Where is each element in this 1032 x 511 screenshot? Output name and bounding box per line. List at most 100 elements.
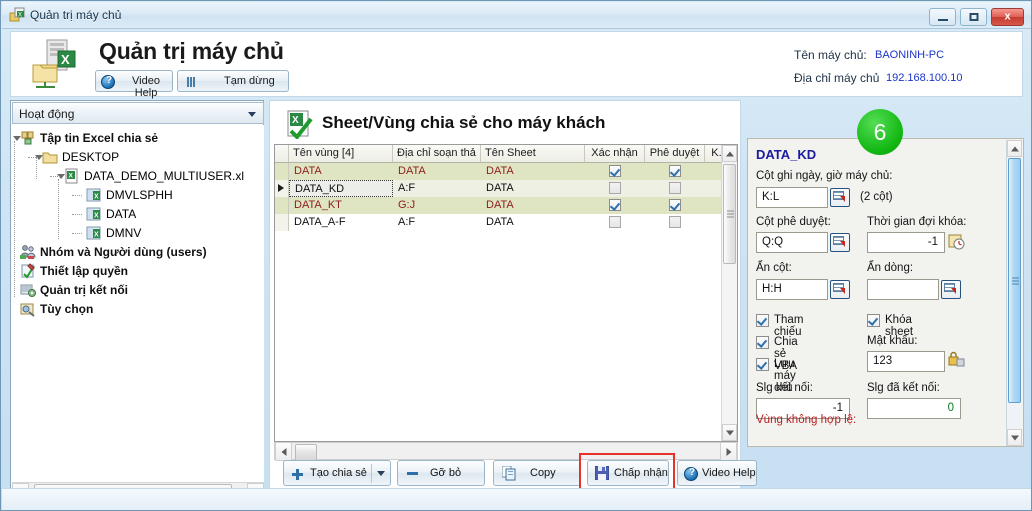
grid-cell-address[interactable]: DATA <box>393 163 481 180</box>
grid-cell-address[interactable]: G:J <box>393 197 481 214</box>
navigation-tree[interactable]: Tập tin Excel chia sẻ DESKTOP X DATA_DEMO_M… <box>12 125 264 482</box>
video-help-button-bottom[interactable]: Video Help <box>677 460 757 486</box>
grid-cell-confirm[interactable] <box>585 163 645 180</box>
row-header[interactable] <box>275 214 289 231</box>
grid-cell-sheet[interactable]: DATA <box>481 214 585 231</box>
checkbox-icon[interactable] <box>669 216 681 228</box>
grid-vertical-scrollbar[interactable] <box>721 145 737 441</box>
grid-hscroll-thumb[interactable] <box>295 444 317 461</box>
range-picker-icon[interactable] <box>941 280 961 299</box>
grid-cell-sheet[interactable]: DATA <box>481 197 585 214</box>
grid-cell-approve[interactable] <box>645 197 705 214</box>
grid-scroll-thumb[interactable] <box>723 164 736 264</box>
checkbox-icon[interactable] <box>609 165 621 177</box>
table-row[interactable]: DATA_A-F A:F DATA <box>275 214 723 231</box>
lock-wait-input[interactable]: -1 <box>867 232 945 253</box>
checkbox-icon[interactable] <box>669 199 681 211</box>
table-row[interactable]: DATA_KD A:F DATA <box>275 180 723 197</box>
checkbox-icon[interactable] <box>737 165 738 177</box>
grid-cell-address[interactable]: A:F <box>393 180 481 197</box>
checkbox-icon[interactable] <box>609 199 621 211</box>
grid-cell-approve[interactable] <box>645 180 705 197</box>
grid-cell-confirm[interactable] <box>585 214 645 231</box>
grid-cell-approve[interactable] <box>645 163 705 180</box>
grid-cell-name[interactable]: DATA <box>289 163 393 180</box>
grid-column-header[interactable]: Xác nhận <box>585 145 645 162</box>
svg-text:X: X <box>292 115 299 126</box>
shared-ranges-grid[interactable]: Tên vùng [4] Địa chỉ soạn thả Tên Sheet Xác… <box>274 144 738 442</box>
grid-cell-name[interactable]: DATA_A-F <box>289 214 393 231</box>
grid-cell-confirm[interactable] <box>585 197 645 214</box>
table-row[interactable]: DATA DATA DATA <box>275 163 723 180</box>
checkbox-icon[interactable] <box>737 216 738 228</box>
lock-wait-label: Thời gian đợi khóa: <box>867 216 967 228</box>
checkbox-icon[interactable] <box>737 199 738 211</box>
properties-scroll-thumb[interactable] <box>1008 158 1021 403</box>
tree-item-label: Nhóm và Người dùng (users) <box>40 245 207 259</box>
copy-button[interactable]: Copy <box>493 460 581 486</box>
header-band: X Quản trị máy chủ Video Help Tạm dừng T… <box>10 31 1023 99</box>
range-picker-icon[interactable] <box>830 188 850 207</box>
invalid-range-label: Vùng không hợp lệ: <box>756 414 857 426</box>
grid-cell-name[interactable]: DATA_KT <box>289 197 393 214</box>
properties-scroll-down-button[interactable] <box>1007 429 1022 446</box>
grid-column-header[interactable]: Tên vùng [4] <box>289 145 393 162</box>
checkbox-icon[interactable] <box>737 182 738 194</box>
svg-text:X: X <box>18 13 22 19</box>
activity-combobox[interactable]: Hoạt động <box>12 102 264 124</box>
grid-scroll-down-button[interactable] <box>722 424 737 441</box>
pause-button[interactable]: Tạm dừng <box>177 70 289 92</box>
properties-panel: DATA_KD Cột ghi ngày, giờ máy chủ: K:L (… <box>747 138 1024 447</box>
page-title: Quản trị máy chủ <box>99 38 284 64</box>
grid-cell-confirm[interactable] <box>585 180 645 197</box>
tree-guide-line <box>50 176 60 177</box>
video-help-button[interactable]: Video Help <box>95 70 173 99</box>
row-header[interactable] <box>275 180 289 197</box>
grid-column-header[interactable]: Tên Sheet <box>481 145 585 162</box>
range-picker-icon[interactable] <box>830 280 850 299</box>
row-header[interactable] <box>275 197 289 214</box>
checkbox-icon[interactable] <box>669 182 681 194</box>
excel-sheet-icon: X <box>86 206 102 222</box>
grid-scroll-left-button[interactable] <box>275 442 292 461</box>
grid-cell-name[interactable]: DATA_KD <box>289 180 393 197</box>
close-button[interactable]: x <box>991 8 1024 26</box>
tree-item-label: DATA_DEMO_MULTIUSER.xl <box>84 169 245 183</box>
grid-column-header[interactable]: Phê duyệt <box>645 145 705 162</box>
hide-row-input[interactable] <box>867 279 939 300</box>
pause-icon <box>187 77 196 87</box>
row-header[interactable] <box>275 163 289 180</box>
checkbox-icon[interactable] <box>609 182 621 194</box>
password-label: Mật khẩu: <box>867 335 918 347</box>
properties-title: DATA_KD <box>756 147 817 162</box>
grid-cell-sheet[interactable]: DATA <box>481 163 585 180</box>
clock-icon[interactable] <box>948 233 965 250</box>
grid-cell-approve[interactable] <box>645 214 705 231</box>
password-input[interactable]: 123 <box>867 351 945 372</box>
approve-col-input[interactable]: Q:Q <box>756 232 828 253</box>
conn-active-input[interactable]: 0 <box>867 398 961 419</box>
grid-scroll-up-button[interactable] <box>722 145 737 162</box>
chevron-down-icon[interactable] <box>377 471 385 476</box>
maximize-button[interactable] <box>960 8 987 26</box>
create-share-button[interactable]: Tạo chia sẻ <box>283 460 391 486</box>
minimize-button[interactable] <box>929 8 956 26</box>
datetime-col-input[interactable]: K:L <box>756 187 828 208</box>
remove-button[interactable]: Gỡ bỏ <box>397 460 485 486</box>
grid-cell-text: DATA <box>486 199 514 211</box>
grid-cell-sheet[interactable]: DATA <box>481 180 585 197</box>
table-row[interactable]: DATA_KT G:J DATA <box>275 197 723 214</box>
server-name-label: Tên máy chủ: <box>794 48 867 62</box>
properties-vertical-scrollbar[interactable] <box>1006 140 1022 446</box>
step-badge-6: 6 <box>857 109 903 155</box>
properties-scroll-up-button[interactable] <box>1007 140 1022 157</box>
hide-col-input[interactable]: H:H <box>756 279 828 300</box>
grid-column-header[interactable]: Địa chỉ soạn thả <box>393 145 481 162</box>
grid-scroll-right-button[interactable] <box>720 442 737 461</box>
range-picker-icon[interactable] <box>830 233 850 252</box>
checkbox-icon[interactable] <box>609 216 621 228</box>
grid-cell-address[interactable]: A:F <box>393 214 481 231</box>
accept-highlight-ring <box>579 453 675 493</box>
lock-icon[interactable] <box>948 351 965 368</box>
checkbox-icon[interactable] <box>669 165 681 177</box>
